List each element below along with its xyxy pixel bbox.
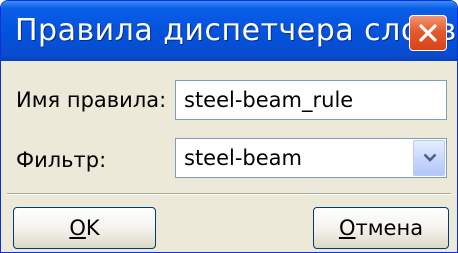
chevron-down-icon — [423, 153, 437, 162]
window-title: Правила диспетчера слоев — [15, 13, 457, 48]
close-icon — [419, 24, 437, 42]
cancel-label-rest: тмена — [355, 216, 424, 240]
cancel-button[interactable]: Отмена — [313, 207, 449, 249]
rule-name-input[interactable] — [175, 80, 447, 120]
separator — [7, 193, 451, 195]
filter-select[interactable]: steel-beam — [175, 138, 447, 178]
title-bar[interactable]: Правила диспетчера слоев — [1, 1, 457, 61]
close-button[interactable] — [409, 15, 447, 51]
cancel-mnemonic: О — [338, 216, 356, 240]
ok-button[interactable]: OK — [13, 207, 156, 249]
rule-name-label: Имя правила: — [16, 88, 167, 112]
ok-label-rest: K — [85, 216, 100, 240]
dialog-body: Имя правила: Фильтр: steel-beam OK Отмен… — [7, 61, 451, 252]
ok-mnemonic: O — [69, 216, 86, 240]
filter-select-value: steel-beam — [184, 146, 303, 170]
dialog-window: Правила диспетчера слоев Имя правила: Фи… — [0, 0, 458, 253]
filter-dropdown-button[interactable] — [413, 140, 445, 176]
filter-label: Фильтр: — [16, 148, 107, 172]
